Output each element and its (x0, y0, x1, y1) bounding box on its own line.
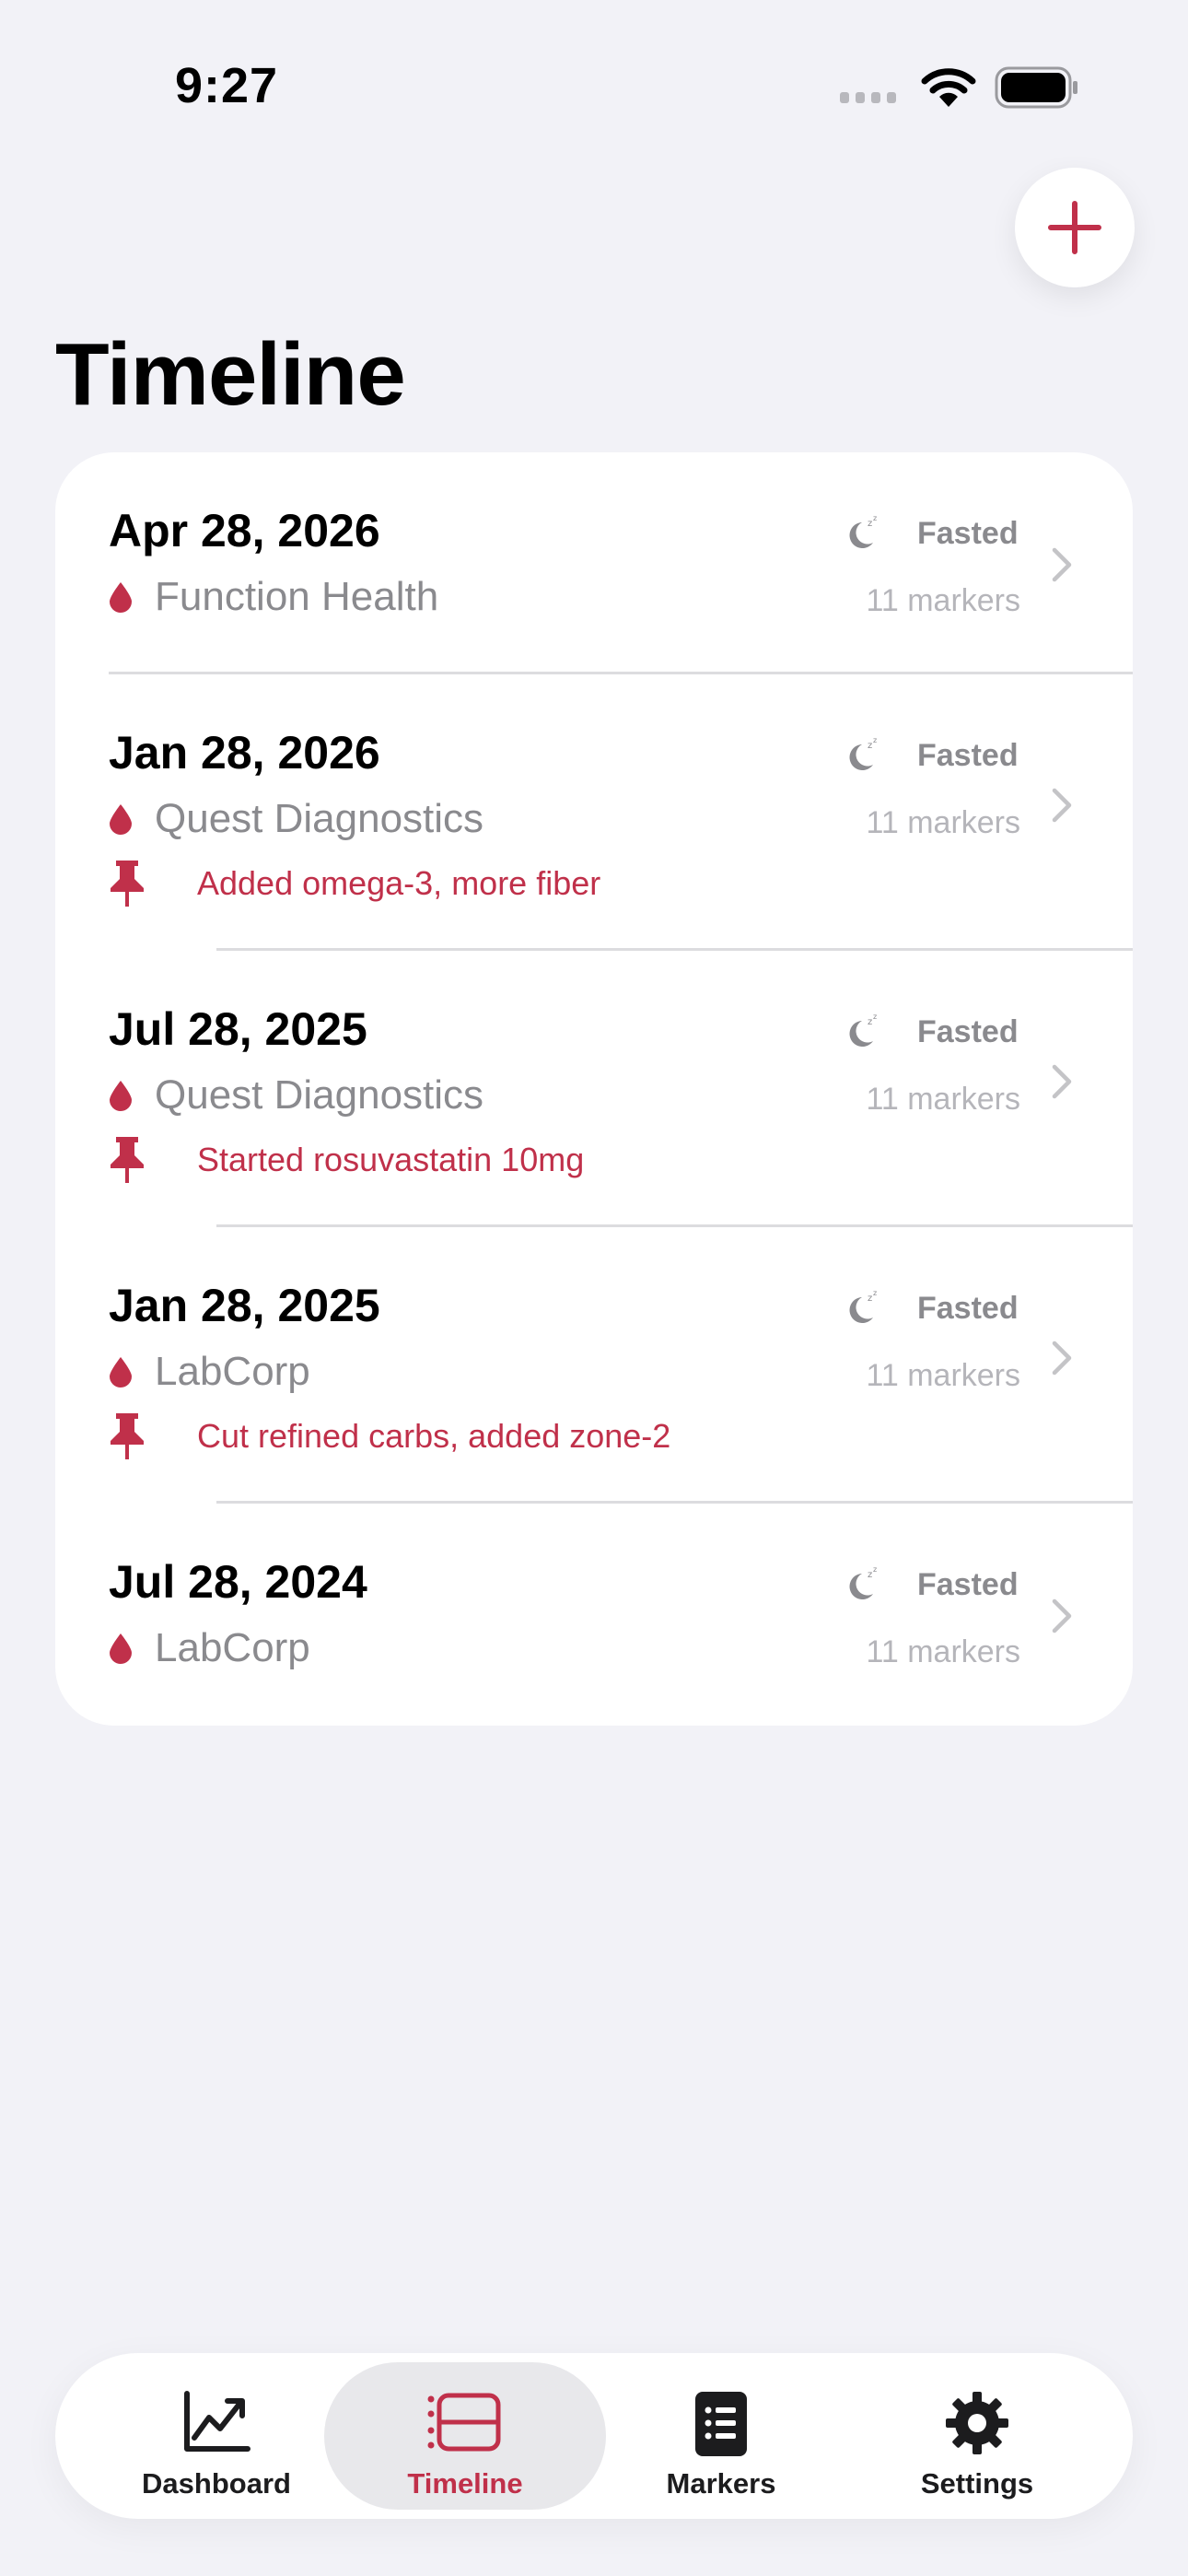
tab-label: Dashboard (142, 2467, 291, 2500)
timeline-entry[interactable]: Jul 28, 2025 Quest Diagnostics zz Fasted… (55, 951, 1133, 1225)
entry-date: Jul 28, 2025 (109, 1003, 367, 1055)
lab-name: LabCorp (155, 1625, 310, 1670)
tab-settings[interactable]: Settings (836, 2362, 1118, 2510)
fasted-status: zz Fasted (844, 737, 1019, 774)
moon-sleep-icon: zz (849, 737, 877, 770)
status-time: 9:27 (175, 58, 279, 113)
add-entry-button[interactable] (1015, 168, 1135, 287)
entry-date: Jan 28, 2025 (109, 1280, 380, 1331)
blood-drop-icon (110, 1081, 132, 1111)
entry-lab: LabCorp (109, 1349, 310, 1395)
chart-line-icon (184, 2391, 250, 2452)
lab-name: LabCorp (155, 1349, 310, 1394)
battery-icon (995, 66, 1077, 109)
fasted-status: zz Fasted (844, 1013, 1019, 1050)
timeline-icon (427, 2393, 501, 2452)
fasted-label: Fasted (917, 515, 1019, 551)
fasted-status: zz Fasted (844, 515, 1019, 552)
timeline-list: Apr 28, 2026 Function Health zz Fasted 1… (55, 452, 1133, 1726)
chevron-right-icon (1052, 1598, 1072, 1633)
gear-icon (946, 2392, 1008, 2454)
note-text: Started rosuvastatin 10mg (197, 1141, 585, 1178)
fasted-label: Fasted (917, 1566, 1019, 1602)
marker-count: 11 markers (866, 1082, 1020, 1117)
tab-bar: Dashboard Timeline Markers Settings (55, 2353, 1133, 2519)
fasted-label: Fasted (917, 1290, 1019, 1326)
note-text: Cut refined carbs, added zone-2 (197, 1417, 671, 1455)
lab-name: Function Health (155, 574, 439, 619)
lab-name: Quest Diagnostics (155, 1072, 484, 1118)
marker-count: 11 markers (866, 583, 1020, 618)
tab-dashboard[interactable]: Dashboard (76, 2362, 357, 2510)
chevron-right-icon (1052, 547, 1072, 582)
pin-icon (111, 1137, 144, 1183)
tab-label: Timeline (407, 2467, 523, 2500)
entry-note: Added omega-3, more fiber (109, 859, 600, 908)
entry-lab: Quest Diagnostics (109, 796, 483, 842)
blood-drop-icon (110, 582, 132, 613)
tab-label: Markers (666, 2467, 776, 2500)
entry-date: Jul 28, 2024 (109, 1556, 367, 1608)
entry-date: Apr 28, 2026 (109, 505, 380, 556)
timeline-entry[interactable]: Jul 28, 2024 LabCorp zz Fasted 11 marker… (55, 1504, 1133, 1726)
timeline-entry[interactable]: Jan 28, 2026 Quest Diagnostics zz Fasted… (55, 674, 1133, 949)
svg-text:z: z (873, 1013, 877, 1021)
marker-count: 11 markers (866, 805, 1020, 840)
svg-text:z: z (868, 1017, 872, 1027)
plus-icon (1048, 201, 1101, 254)
timeline-entry[interactable]: Apr 28, 2026 Function Health zz Fasted 1… (55, 452, 1133, 673)
page-title: Timeline (55, 325, 406, 424)
timeline-entry[interactable]: Jan 28, 2025 LabCorp zz Fasted 11 marker… (55, 1227, 1133, 1502)
pin-icon (111, 1413, 144, 1459)
tab-label: Settings (920, 2467, 1034, 2500)
moon-sleep-icon: zz (849, 1013, 877, 1047)
fasted-status: zz Fasted (844, 1290, 1019, 1327)
svg-text:z: z (873, 737, 877, 744)
pin-icon (111, 861, 144, 907)
status-bar: 9:27 (0, 0, 1188, 175)
entry-lab: Function Health (109, 574, 438, 620)
blood-drop-icon (110, 804, 132, 835)
note-text: Added omega-3, more fiber (197, 864, 601, 902)
list-book-icon (695, 2392, 747, 2456)
lab-name: Quest Diagnostics (155, 796, 484, 841)
fasted-label: Fasted (917, 737, 1019, 773)
chevron-right-icon (1052, 1341, 1072, 1376)
svg-text:z: z (873, 515, 877, 522)
svg-text:z: z (873, 1290, 877, 1297)
entry-lab: Quest Diagnostics (109, 1072, 483, 1118)
entry-note: Started rosuvastatin 10mg (109, 1135, 584, 1185)
moon-sleep-icon: zz (849, 1290, 877, 1323)
marker-count: 11 markers (866, 1358, 1020, 1393)
blood-drop-icon (110, 1633, 132, 1664)
chevron-right-icon (1052, 1064, 1072, 1099)
svg-text:z: z (868, 741, 872, 751)
moon-sleep-icon: zz (849, 515, 877, 548)
marker-count: 11 markers (866, 1634, 1020, 1669)
svg-text:z: z (873, 1566, 877, 1574)
fasted-label: Fasted (917, 1013, 1019, 1049)
chevron-right-icon (1052, 788, 1072, 823)
svg-text:z: z (868, 1570, 872, 1580)
tab-markers[interactable]: Markers (580, 2362, 862, 2510)
wifi-icon (921, 68, 976, 107)
svg-text:z: z (868, 519, 872, 529)
blood-drop-icon (110, 1357, 132, 1388)
fasted-status: zz Fasted (844, 1566, 1019, 1603)
tab-timeline[interactable]: Timeline (324, 2362, 606, 2510)
moon-sleep-icon: zz (849, 1566, 877, 1599)
svg-text:z: z (868, 1294, 872, 1304)
entry-date: Jan 28, 2026 (109, 727, 380, 779)
entry-note: Cut refined carbs, added zone-2 (109, 1411, 670, 1461)
cellular-signal-icon (840, 92, 896, 103)
entry-lab: LabCorp (109, 1625, 310, 1671)
